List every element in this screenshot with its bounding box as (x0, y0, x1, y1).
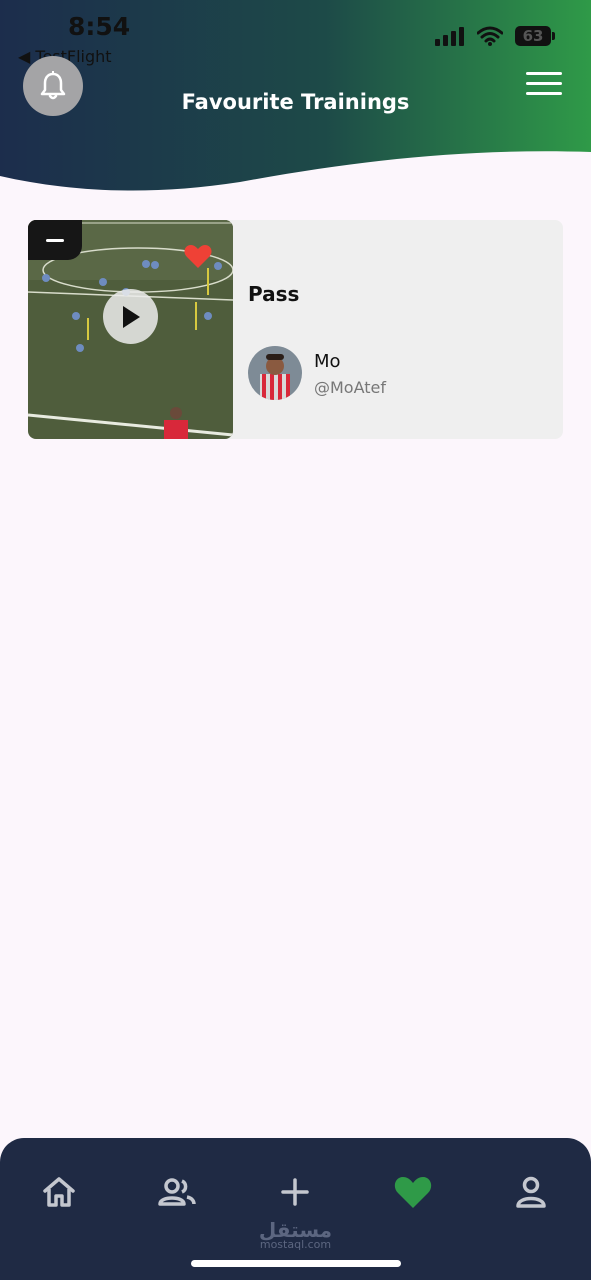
signal-icon (435, 27, 464, 46)
page-title: Favourite Trainings (181, 90, 410, 114)
status-icons: 63 (435, 26, 555, 46)
nav-people[interactable] (157, 1172, 197, 1212)
nav-add[interactable] (275, 1172, 315, 1212)
author-name: Mo (314, 351, 341, 372)
training-thumbnail[interactable] (28, 220, 233, 439)
battery-level: 63 (522, 27, 544, 45)
nav-favourites[interactable] (393, 1172, 433, 1212)
user-avatar-image (248, 346, 302, 400)
remove-favourite-button[interactable] (28, 220, 82, 260)
home-indicator[interactable] (191, 1260, 401, 1267)
people-icon (158, 1178, 196, 1206)
hamburger-menu-icon (526, 72, 562, 95)
wifi-icon (477, 26, 503, 46)
training-title: Pass (248, 282, 300, 306)
battery-icon: 63 (515, 26, 555, 46)
training-card[interactable]: Pass Mo @MoAtef (28, 220, 563, 439)
status-time: 8:54 (68, 12, 131, 41)
watermark-latin: mostaql.com (259, 1238, 332, 1251)
person-icon (516, 1176, 546, 1208)
minus-icon (46, 238, 64, 242)
menu-button[interactable] (526, 72, 562, 98)
play-icon (122, 305, 140, 328)
nav-home[interactable] (39, 1172, 79, 1212)
heart-icon (394, 1177, 432, 1208)
home-icon (43, 1177, 75, 1207)
favourite-heart-icon[interactable] (184, 244, 212, 269)
play-button[interactable] (103, 289, 158, 344)
plus-icon (281, 1178, 309, 1206)
author-handle: @MoAtef (314, 378, 387, 397)
header: 8:54 ◀ TestFlight 63 Favourite Trainings (0, 0, 591, 200)
watermark: مستقل mostaql.com (0, 1218, 591, 1251)
bottom-navigation: مستقل mostaql.com (0, 1138, 591, 1280)
avatar[interactable] (248, 346, 302, 400)
nav-profile[interactable] (511, 1172, 551, 1212)
